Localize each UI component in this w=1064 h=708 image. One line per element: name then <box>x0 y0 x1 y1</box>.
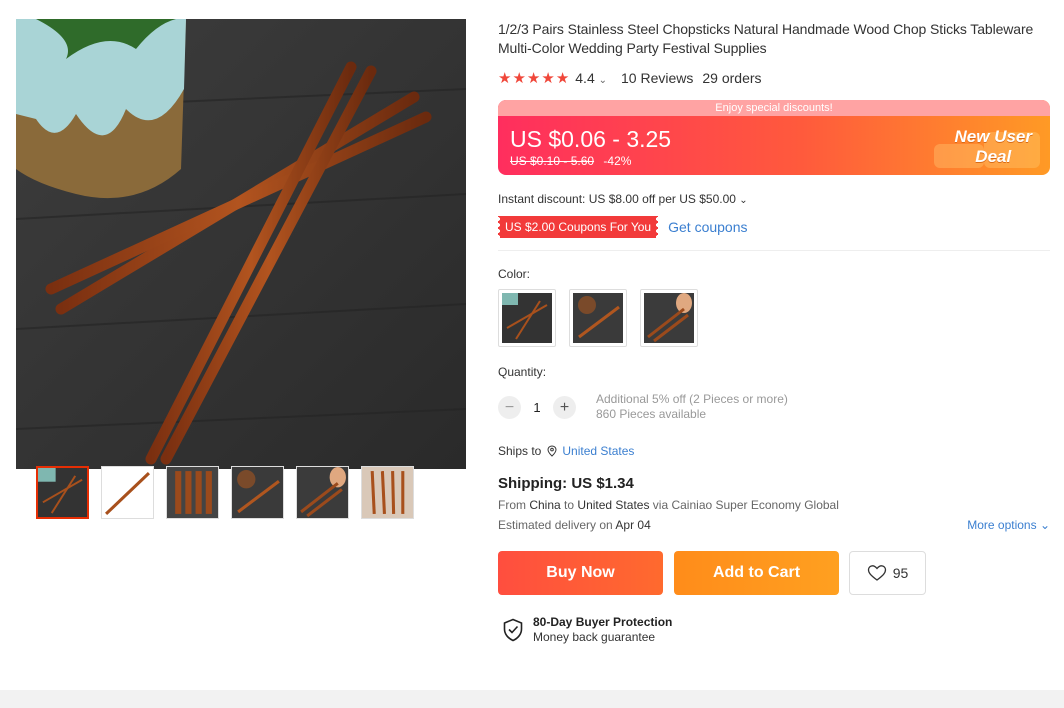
color-label: Color: <box>498 267 531 281</box>
color-option-2[interactable] <box>569 289 627 347</box>
thumbnail-4[interactable] <box>231 466 284 519</box>
quantity-minus-button[interactable]: − <box>498 395 521 419</box>
shield-check-icon <box>503 618 523 641</box>
quantity-plus-button[interactable]: + <box>553 395 576 419</box>
action-buttons: Buy Now Add to Cart 95 <box>498 551 1050 595</box>
more-options-label: More options <box>967 518 1037 532</box>
star-icon: ★ <box>541 69 555 87</box>
discount-percent: -42% <box>603 154 632 168</box>
quantity-label: Quantity: <box>498 365 547 379</box>
bulk-discount-text: Additional 5% off (2 Pieces or more) <box>596 392 788 406</box>
new-user-line2: Deal <box>975 147 1012 166</box>
ships-to-country[interactable]: United States <box>562 444 634 458</box>
ships-to-label: Ships to <box>498 444 542 458</box>
banner-top-text: Enjoy special discounts! <box>498 100 1050 116</box>
wishlist-button[interactable]: 95 <box>849 551 926 595</box>
color-swatches <box>498 289 1050 347</box>
rating-value[interactable]: 4.4 ⌄ <box>575 70 607 86</box>
buy-now-button[interactable]: Buy Now <box>498 551 663 595</box>
wishlist-count: 95 <box>892 565 909 581</box>
coupon-row: US $2.00 Coupons For You Get coupons <box>498 216 1050 251</box>
protection-title: 80-Day Buyer Protection <box>533 615 673 629</box>
protection-text: 80-Day Buyer Protection Money back guara… <box>533 615 672 644</box>
quantity-stepper: − 1 + Additional 5% off (2 Pieces or mor… <box>498 392 1050 422</box>
star-icon: ★ <box>555 69 570 87</box>
to-country: United States <box>577 498 650 512</box>
quantity-info: Additional 5% off (2 Pieces or more) 860… <box>596 392 788 422</box>
original-price: US $0.10 - 5.60 <box>510 154 595 168</box>
product-gallery <box>16 19 466 469</box>
location-pin-icon <box>547 445 557 457</box>
instant-discount[interactable]: Instant discount: US $8.00 off per US $5… <box>498 192 1050 206</box>
stock-available-text: 860 Pieces available <box>596 407 707 421</box>
current-price: US $0.06 - 3.25 <box>510 126 672 152</box>
thumbnail-3[interactable] <box>166 466 219 519</box>
coupon-badge[interactable]: US $2.00 Coupons For You <box>498 216 659 238</box>
footer-divider <box>0 690 1064 708</box>
instant-discount-text: Instant discount: US $8.00 off per US $5… <box>498 192 736 206</box>
rating-number: 4.4 <box>575 70 595 86</box>
original-price-row: US $0.10 - 5.60 -42% <box>510 154 631 168</box>
color-option-3[interactable] <box>640 289 698 347</box>
shipping-route: From China to United States via Cainiao … <box>498 498 1050 512</box>
delivery-label: Estimated delivery on <box>498 518 613 532</box>
more-options-link[interactable]: More options ⌄ <box>967 518 1050 532</box>
delivery-date: Apr 04 <box>615 518 651 532</box>
to-word: to <box>564 498 575 512</box>
new-user-line1: New User <box>954 127 1032 146</box>
buyer-protection[interactable]: 80-Day Buyer Protection Money back guara… <box>502 615 1050 644</box>
new-user-deal[interactable]: New User Deal <box>955 127 1032 167</box>
chevron-down-icon: ⌄ <box>598 75 608 86</box>
reviews-link[interactable]: 10 Reviews <box>621 70 693 86</box>
thumbnail-5[interactable] <box>296 466 349 519</box>
chevron-down-icon: ⌄ <box>1039 518 1050 532</box>
thumbnail-strip <box>36 466 414 519</box>
price-banner: Enjoy special discounts! US $0.06 - 3.25… <box>498 100 1050 175</box>
delivery-row: Estimated delivery on Apr 04 More option… <box>498 518 1050 532</box>
ships-to-row: Ships to United States <box>498 444 1050 458</box>
shipping-method: via Cainiao Super Economy Global <box>652 498 839 512</box>
shipping-cost: Shipping: US $1.34 <box>498 475 634 492</box>
add-to-cart-button[interactable]: Add to Cart <box>674 551 839 595</box>
estimated-delivery: Estimated delivery on Apr 04 <box>498 518 651 532</box>
orders-count: 29 orders <box>702 70 762 86</box>
product-title: 1/2/3 Pairs Stainless Steel Chopsticks N… <box>498 21 1034 56</box>
thumbnail-6[interactable] <box>361 466 414 519</box>
from-country: China <box>529 498 561 512</box>
star-icon: ★ <box>498 69 512 87</box>
color-option-1[interactable] <box>498 289 556 347</box>
star-icon: ★ <box>512 69 526 87</box>
get-coupons-link[interactable]: Get coupons <box>668 219 747 235</box>
quantity-input[interactable]: 1 <box>521 400 553 415</box>
thumbnail-1[interactable] <box>36 466 89 519</box>
star-icon: ★ <box>526 69 541 87</box>
chevron-down-icon: ⌄ <box>739 195 748 206</box>
star-rating[interactable]: ★ ★ ★ ★ ★ <box>498 71 569 86</box>
heart-icon <box>867 565 886 581</box>
from-prefix: From <box>498 498 526 512</box>
main-product-image[interactable] <box>16 19 466 469</box>
rating-row: ★ ★ ★ ★ ★ 4.4 ⌄ 10 Reviews 29 orders <box>498 70 1050 86</box>
thumbnail-2[interactable] <box>101 466 154 519</box>
product-info: 1/2/3 Pairs Stainless Steel Chopsticks N… <box>498 20 1050 644</box>
protection-subtitle: Money back guarantee <box>533 630 656 644</box>
